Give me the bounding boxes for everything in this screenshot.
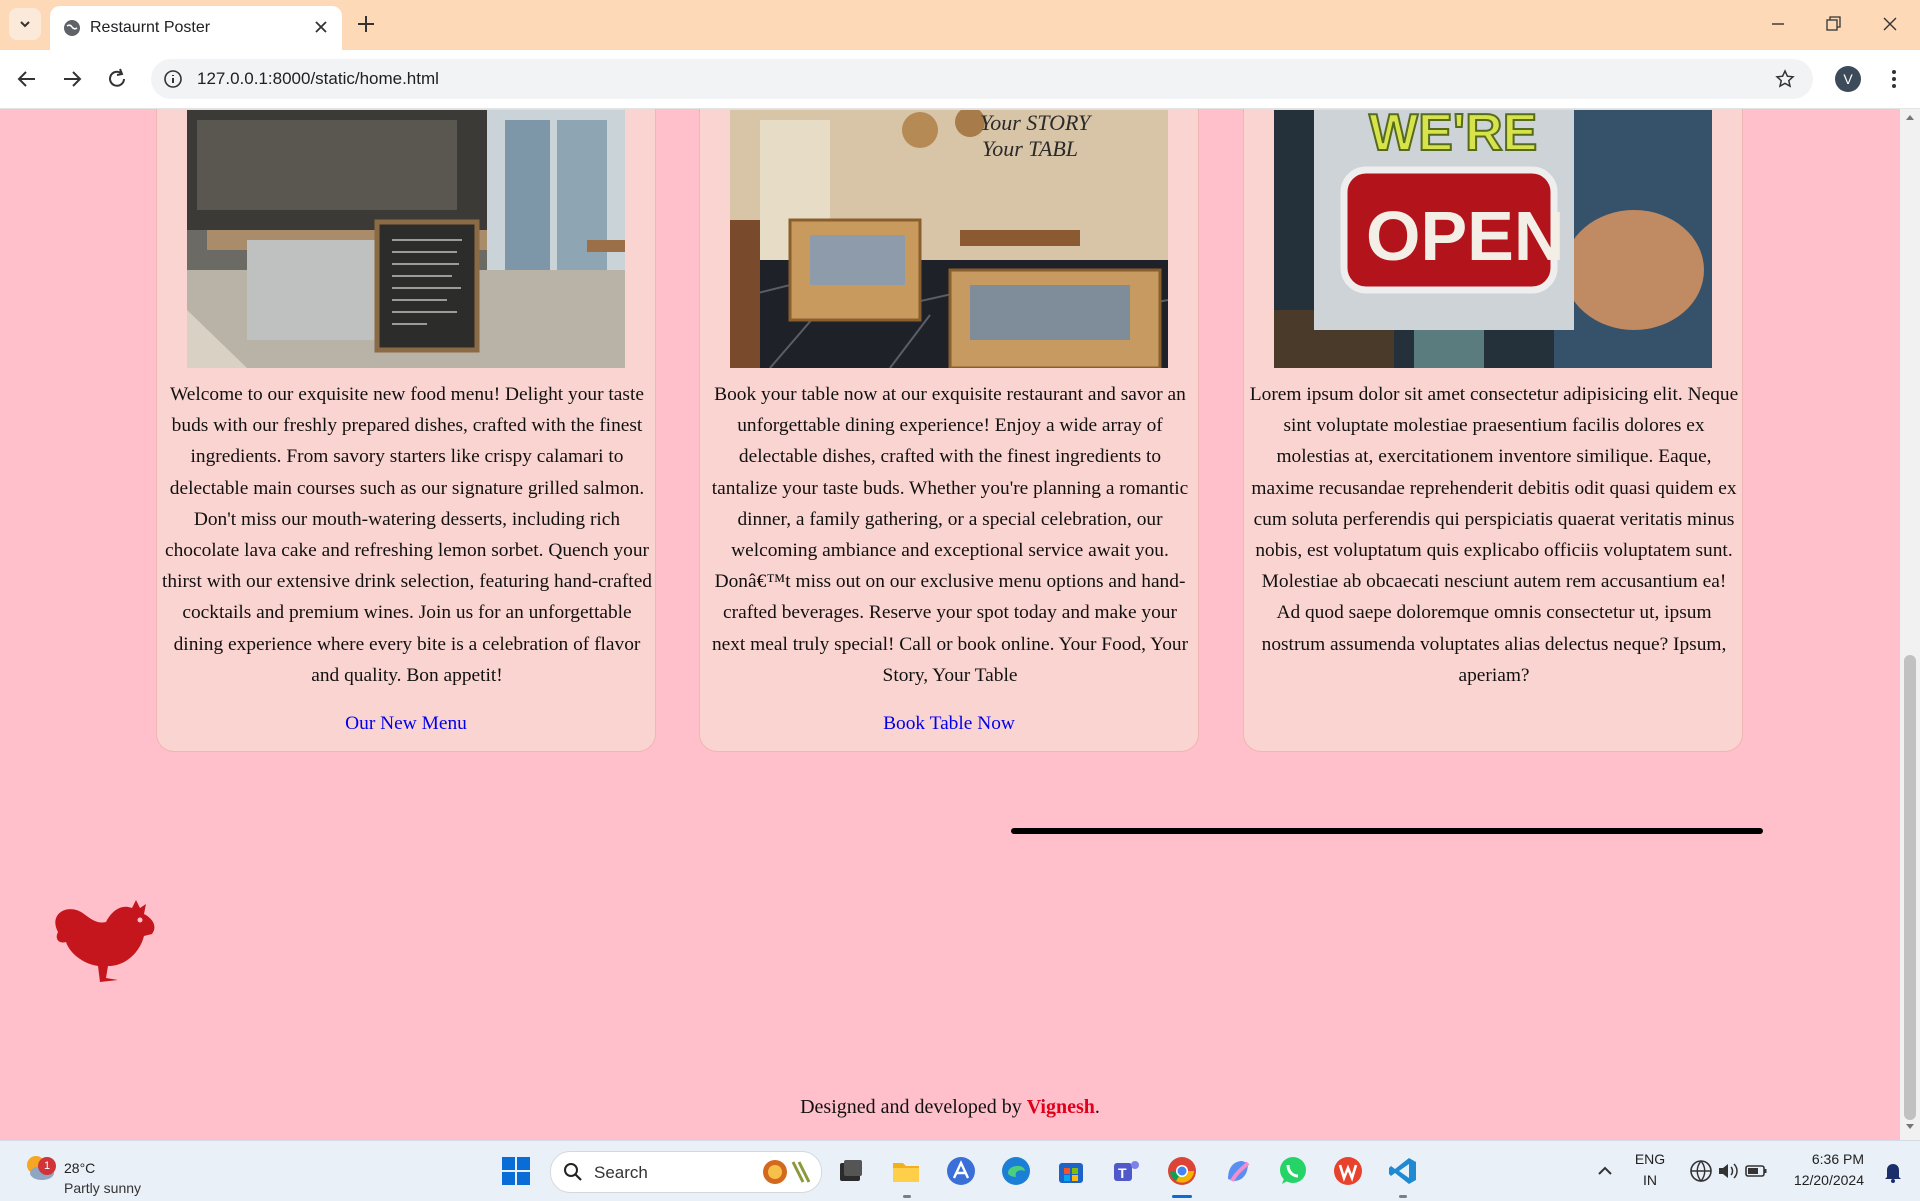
lorem-description: Lorem ipsum dolor sit amet consectetur a… (1249, 384, 1739, 686)
more-menu-icon[interactable] (1884, 67, 1904, 91)
weather-badge: 1 (38, 1157, 56, 1175)
app-launcher-icon[interactable] (945, 1155, 977, 1187)
edge-browser-icon[interactable] (1000, 1155, 1032, 1187)
our-new-menu-link[interactable]: Our New Menu (157, 713, 655, 735)
page-footer: Designed and developed by Vignesh. (0, 1096, 1900, 1119)
browser-tab[interactable]: Restaurnt Poster (50, 6, 342, 50)
battery-icon[interactable] (1740, 1155, 1772, 1187)
open-card: WE'RE OPEN Lorem ipsum dolor sit amet co… (1243, 109, 1743, 752)
profile-avatar[interactable]: V (1835, 66, 1861, 92)
windows-start-icon[interactable] (500, 1155, 532, 1187)
author-name: Vignesh (1026, 1096, 1095, 1118)
clock-time[interactable]: 6:36 PM (1780, 1151, 1864, 1167)
globe-icon (64, 20, 80, 36)
rooster-logo (55, 900, 155, 982)
weather-condition: Partly sunny (64, 1180, 142, 1196)
browser-titlebar: Restaurnt Poster (0, 0, 1920, 50)
reload-icon[interactable] (105, 67, 129, 91)
search-label: Search (594, 1163, 648, 1182)
chevron-down-icon (20, 21, 30, 28)
scroll-up-arrow-icon[interactable] (1905, 113, 1915, 121)
keyboard-region[interactable]: IN (1628, 1172, 1672, 1188)
teams-icon[interactable]: T (1110, 1155, 1142, 1187)
weather-temperature: 28°C (64, 1160, 96, 1176)
wps-office-icon[interactable] (1332, 1155, 1364, 1187)
section-divider (1011, 828, 1763, 834)
scroll-down-arrow-icon[interactable] (1905, 1123, 1915, 1131)
book-table-now-link[interactable]: Book Table Now (700, 713, 1198, 735)
close-window-icon[interactable] (1880, 14, 1900, 34)
task-view-icon[interactable] (835, 1155, 867, 1187)
footer-period: . (1094, 1096, 1100, 1118)
svg-text:T: T (1118, 1165, 1127, 1181)
booking-description: Book your table now at our exquisite res… (711, 384, 1189, 686)
minimize-icon[interactable] (1768, 14, 1788, 34)
restaurant-interior-photo: Your STORY Your TABL (730, 110, 1168, 368)
vscode-icon[interactable] (1387, 1155, 1419, 1187)
clock-date[interactable]: 12/20/2024 (1780, 1172, 1864, 1188)
tab-title: Restaurnt Poster (90, 19, 211, 36)
menu-card: Welcome to our exquisite new food menu! … (156, 109, 656, 752)
interior-wall-text-2: Your TABL (982, 136, 1078, 161)
cafe-storefront-photo (187, 110, 625, 368)
tab-search-button[interactable] (9, 8, 41, 40)
restore-icon[interactable] (1823, 14, 1843, 34)
bookmark-star-icon[interactable] (1775, 69, 1795, 89)
site-info-icon[interactable] (163, 69, 183, 89)
scrollbar-thumb[interactable] (1904, 655, 1916, 1120)
notification-bell-icon[interactable] (1877, 1155, 1909, 1187)
show-hidden-icons-chevron[interactable] (1589, 1155, 1621, 1187)
interior-wall-text-1: Your STORY (980, 110, 1093, 135)
microsoft-store-icon[interactable] (1055, 1155, 1087, 1187)
keyboard-language[interactable]: ENG (1628, 1151, 1672, 1167)
file-explorer-icon[interactable] (890, 1155, 922, 1187)
menu-description: Welcome to our exquisite new food menu! … (162, 384, 652, 686)
page-scrollbar[interactable] (1900, 109, 1920, 1140)
search-icon (564, 1163, 582, 1181)
browser-toolbar: 127.0.0.1:8000/static/home.html V (0, 50, 1920, 109)
back-arrow-icon[interactable] (15, 67, 39, 91)
booking-card: Your STORY Your TABL Book your table now… (699, 109, 1199, 752)
address-bar[interactable]: 127.0.0.1:8000/static/home.html (151, 59, 1813, 99)
weather-widget[interactable]: 1 28°C Partly sunny (22, 1149, 141, 1196)
taskbar-search[interactable]: Search (550, 1151, 822, 1193)
open-sign-photo: WE'RE OPEN (1274, 110, 1712, 368)
url-text[interactable]: 127.0.0.1:8000/static/home.html (197, 69, 439, 89)
whatsapp-icon[interactable] (1277, 1155, 1309, 1187)
sign-word-were: WE'RE (1369, 110, 1537, 162)
new-tab-icon[interactable] (355, 13, 377, 35)
page-viewport: Welcome to our exquisite new food menu! … (0, 109, 1900, 1140)
chrome-icon[interactable] (1166, 1155, 1198, 1187)
copilot-icon[interactable] (1222, 1155, 1254, 1187)
sign-word-open: OPEN (1366, 197, 1564, 275)
close-tab-icon[interactable] (312, 18, 330, 36)
forward-arrow-icon[interactable] (60, 67, 84, 91)
footer-credit-text: Designed and developed by (800, 1096, 1027, 1118)
search-highlight-icon (763, 1160, 811, 1184)
windows-taskbar: 1 28°C Partly sunny Search T ENG IN 6:36… (0, 1140, 1920, 1201)
